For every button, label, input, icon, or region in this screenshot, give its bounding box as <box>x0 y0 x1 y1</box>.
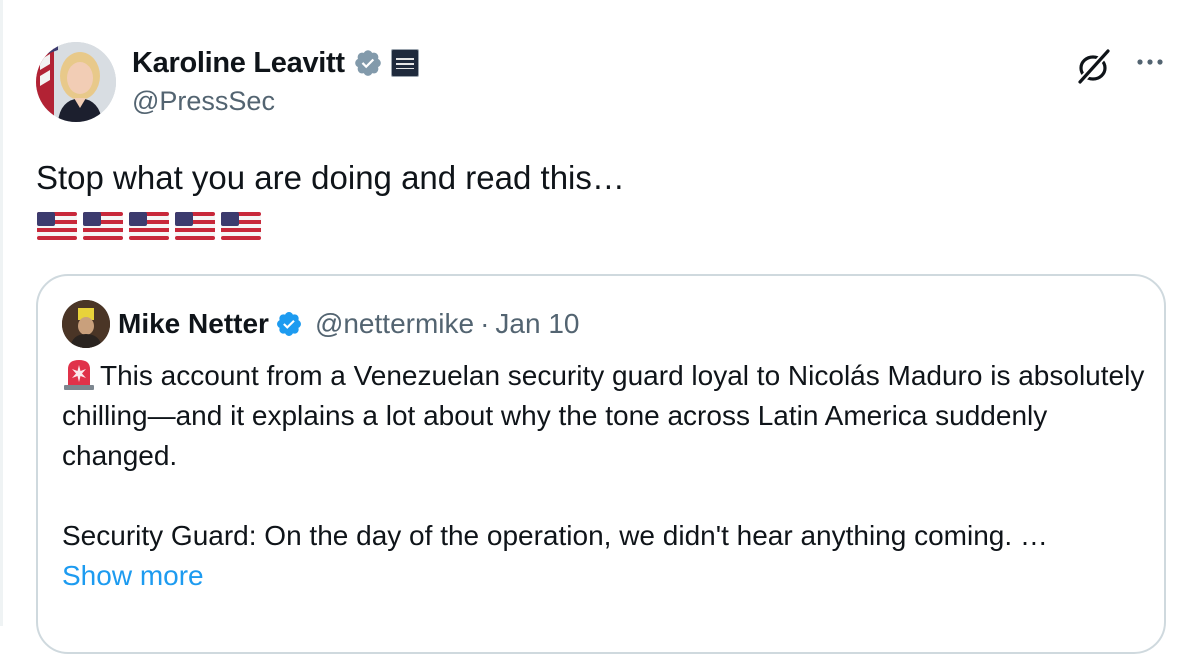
white-house-affiliation-icon[interactable] <box>390 49 419 77</box>
quoted-handle[interactable]: @nettermike <box>315 308 474 340</box>
left-border <box>0 0 3 626</box>
us-flag-icon <box>221 212 261 240</box>
show-more-link[interactable]: Show more <box>62 556 204 596</box>
author-handle[interactable]: @PressSec <box>132 86 275 117</box>
rotating-light-icon <box>64 360 94 390</box>
us-flag-icon <box>129 212 169 240</box>
quoted-display-name[interactable]: Mike Netter <box>118 308 269 340</box>
quoted-author-avatar[interactable] <box>62 300 110 348</box>
us-flag-icon <box>83 212 123 240</box>
more-options-icon[interactable] <box>1132 44 1168 80</box>
meta-separator: · <box>480 308 490 339</box>
us-flag-icon <box>175 212 215 240</box>
quoted-paragraph-1: This account from a Venezuelan security … <box>62 356 1152 476</box>
emoji-row <box>36 210 262 242</box>
verified-blue-icon[interactable] <box>275 310 303 338</box>
author-display-name[interactable]: Karoline Leavitt <box>132 47 345 80</box>
quoted-date[interactable]: Jan 10 <box>495 308 579 340</box>
author-avatar[interactable] <box>36 42 116 122</box>
verified-gray-icon[interactable] <box>353 48 383 78</box>
author-name-row: Karoline Leavitt <box>132 44 419 82</box>
quoted-header: Mike Netter @nettermike · Jan 10 <box>118 304 579 344</box>
tweet-text: Stop what you are doing and read this… <box>36 159 625 196</box>
grok-icon[interactable] <box>1074 46 1114 86</box>
us-flag-icon <box>37 212 77 240</box>
quoted-paragraph-2: Security Guard: On the day of the operat… <box>62 520 1048 551</box>
quoted-paragraph-1-text: This account from a Venezuelan security … <box>62 360 1145 471</box>
